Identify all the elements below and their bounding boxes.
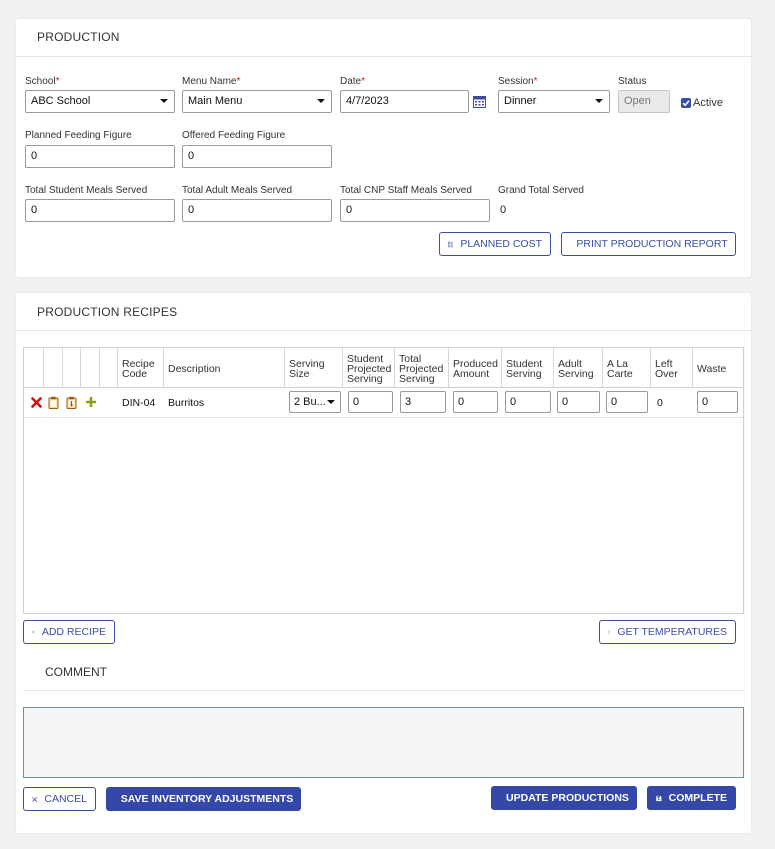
- comment-title: COMMENT: [45, 665, 107, 679]
- cancel-label: CANCEL: [44, 793, 87, 805]
- menu-name-label: Menu Name*: [182, 76, 241, 87]
- cancel-button[interactable]: CANCEL: [23, 787, 96, 811]
- complete-label: COMPLETE: [668, 792, 727, 804]
- comment-textarea[interactable]: [23, 707, 744, 778]
- plus-icon: [32, 630, 35, 634]
- update-productions-button[interactable]: UPDATE PRODUCTIONS: [491, 786, 637, 810]
- status-field: Open: [618, 90, 670, 113]
- document-icon: [608, 630, 611, 634]
- print-report-label: PRINT PRODUCTION REPORT: [576, 238, 728, 250]
- header-a-la-carte[interactable]: A La Carte: [603, 348, 651, 388]
- header-serving-size[interactable]: Serving Size: [285, 348, 343, 388]
- calendar-icon[interactable]: [473, 96, 486, 111]
- recipes-title: PRODUCTION RECIPES: [37, 305, 178, 319]
- date-label: Date*: [340, 76, 366, 87]
- close-icon: [32, 796, 38, 802]
- table-row: DIN-04 Burritos 2 Bu... 0 3 0 0 0 0 0 0: [24, 388, 743, 418]
- header-recipe-code[interactable]: Recipe Code: [118, 348, 164, 388]
- production-divider: [16, 56, 751, 57]
- clipboard-icon[interactable]: [48, 396, 59, 412]
- get-temperatures-label: GET TEMPERATURES: [617, 626, 727, 638]
- print-production-report-button[interactable]: PRINT PRODUCTION REPORT: [561, 232, 736, 256]
- header-left-over[interactable]: Left Over: [651, 348, 693, 388]
- adult-serving-input[interactable]: 0: [557, 391, 600, 413]
- header-description[interactable]: Description: [164, 348, 285, 388]
- student-projected-input[interactable]: 0: [348, 391, 393, 413]
- student-serving-input[interactable]: 0: [505, 391, 551, 413]
- waste-input[interactable]: 0: [697, 391, 738, 413]
- planned-feeding-label: Planned Feeding Figure: [25, 130, 132, 141]
- complete-button[interactable]: COMPLETE: [647, 786, 736, 810]
- total-adult-input[interactable]: 0: [182, 199, 332, 222]
- date-input[interactable]: 4/7/2023: [340, 90, 469, 113]
- header-action-1: [24, 348, 44, 388]
- header-student-projected[interactable]: Student Projected Serving: [343, 348, 395, 388]
- chevron-down-icon: [327, 400, 335, 404]
- school-select[interactable]: ABC School: [25, 90, 175, 113]
- save-icon: [656, 795, 662, 801]
- description-cell: Burritos: [168, 397, 205, 409]
- grand-total-label: Grand Total Served: [498, 185, 584, 196]
- update-productions-label: UPDATE PRODUCTIONS: [506, 792, 629, 804]
- active-label: Active: [693, 97, 723, 109]
- session-label: Session*: [498, 76, 538, 87]
- production-recipes-panel: PRODUCTION RECIPES Recipe Code Descriptio…: [16, 293, 751, 833]
- header-produced-amount[interactable]: Produced Amount: [449, 348, 502, 388]
- save-inventory-adjustments-button[interactable]: SAVE INVENTORY ADJUSTMENTS: [106, 787, 301, 811]
- planned-cost-button[interactable]: PLANNED COST: [439, 232, 551, 256]
- recipes-divider: [16, 330, 751, 331]
- header-action-3: [63, 348, 81, 388]
- header-action-4: [81, 348, 100, 388]
- add-recipe-label: ADD RECIPE: [41, 626, 106, 638]
- produced-amount-input[interactable]: 0: [453, 391, 498, 413]
- check-icon: [682, 100, 690, 107]
- comment-divider: [23, 690, 744, 691]
- header-action-2: [44, 348, 63, 388]
- offered-feeding-label: Offered Feeding Figure: [182, 130, 286, 141]
- calculator-icon: [448, 241, 454, 247]
- header-total-projected[interactable]: Total Projected Serving: [395, 348, 449, 388]
- a-la-carte-input[interactable]: 0: [606, 391, 648, 413]
- recipe-code-cell: DIN-04: [122, 397, 156, 409]
- get-temperatures-button[interactable]: GET TEMPERATURES: [599, 620, 736, 644]
- header-waste[interactable]: Waste: [693, 348, 743, 388]
- header-student-serving[interactable]: Student Serving: [502, 348, 554, 388]
- chevron-down-icon: [595, 99, 603, 103]
- chevron-down-icon: [160, 99, 168, 103]
- production-panel: PRODUCTION School* ABC School Menu Name*…: [16, 19, 751, 277]
- session-select[interactable]: Dinner: [498, 90, 610, 113]
- thermometer-clipboard-icon[interactable]: [66, 396, 77, 412]
- total-cnp-label: Total CNP Staff Meals Served: [340, 185, 472, 196]
- delete-icon[interactable]: [31, 397, 42, 411]
- add-recipe-button[interactable]: ADD RECIPE: [23, 620, 115, 644]
- total-cnp-input[interactable]: 0: [340, 199, 490, 222]
- menu-name-select[interactable]: Main Menu: [182, 90, 332, 113]
- total-adult-label: Total Adult Meals Served: [182, 185, 293, 196]
- active-checkbox[interactable]: [681, 98, 691, 108]
- school-label: School*: [25, 76, 60, 87]
- serving-size-select[interactable]: 2 Bu...: [289, 391, 341, 413]
- production-title: PRODUCTION: [37, 30, 120, 44]
- total-student-input[interactable]: 0: [25, 199, 175, 222]
- save-inventory-label: SAVE INVENTORY ADJUSTMENTS: [120, 793, 294, 805]
- chevron-down-icon: [317, 99, 325, 103]
- add-icon[interactable]: [85, 396, 97, 411]
- status-label: Status: [618, 76, 647, 87]
- header-action-5: [100, 348, 118, 388]
- header-adult-serving[interactable]: Adult Serving: [554, 348, 603, 388]
- planned-feeding-input[interactable]: 0: [25, 145, 175, 168]
- left-over-cell: 0: [657, 397, 663, 409]
- grand-total-value: 0: [500, 204, 507, 216]
- offered-feeding-input[interactable]: 0: [182, 145, 332, 168]
- total-student-label: Total Student Meals Served: [25, 185, 148, 196]
- recipes-grid: Recipe Code Description Serving Size Stude…: [23, 347, 744, 614]
- planned-cost-label: PLANNED COST: [460, 238, 542, 250]
- total-projected-input[interactable]: 3: [400, 391, 446, 413]
